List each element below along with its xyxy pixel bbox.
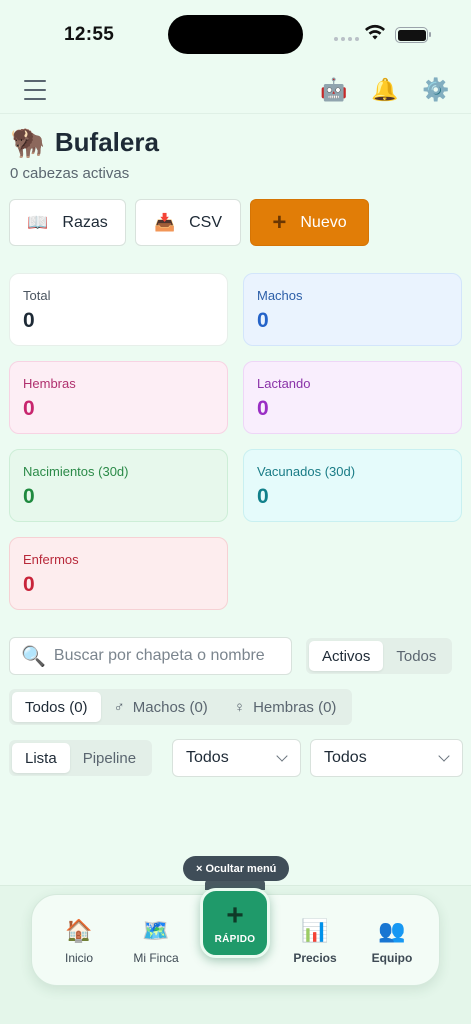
- view-toggle: Lista Pipeline: [9, 740, 153, 776]
- chevron-down-icon: [438, 750, 450, 762]
- inbox-tray-icon: 📥: [153, 212, 176, 232]
- view-option-pipeline[interactable]: Pipeline: [70, 743, 149, 773]
- sex-option-females[interactable]: ♀ Hembras (0): [221, 692, 350, 722]
- tab-my-farm[interactable]: 🗺️ Mi Finca: [124, 917, 188, 965]
- page-header: 🦬 Bufalera 0 cabezas activas: [10, 126, 159, 182]
- chevron-down-icon: [276, 750, 288, 762]
- search-input[interactable]: [53, 647, 284, 665]
- tab-label: Equipo: [371, 951, 413, 965]
- stat-label: Vacunados (30d): [257, 464, 356, 479]
- sex-option-label: Machos (0): [132, 698, 208, 716]
- stat-label: Nacimientos (30d): [23, 464, 129, 479]
- stat-card-lactating: Lactando 0: [243, 361, 462, 434]
- csv-import-button[interactable]: 📥 CSV: [135, 199, 241, 246]
- status-time: 12:55: [64, 24, 115, 45]
- breeds-button-label: Razas: [62, 213, 108, 231]
- page-title: 🦬 Bufalera: [10, 126, 159, 159]
- stat-value: 0: [23, 309, 35, 332]
- menu-icon[interactable]: [24, 80, 46, 100]
- stat-card-sick: Enfermos 0: [9, 537, 228, 610]
- quick-add-button[interactable]: + RÁPIDO: [200, 888, 270, 958]
- stat-card-males: Machos 0: [243, 273, 462, 346]
- stat-card-females: Hembras 0: [9, 361, 228, 434]
- sex-option-males[interactable]: ♂ Machos (0): [101, 692, 221, 722]
- buffalo-icon: 🦬: [10, 127, 45, 158]
- select-value: Todos: [324, 749, 367, 766]
- action-buttons: 📖 Razas 📥 CSV + Nuevo: [9, 199, 369, 246]
- tab-prices[interactable]: 📊 Precios: [283, 917, 347, 965]
- hide-menu-button[interactable]: × Ocultar menú: [183, 856, 290, 881]
- top-nav: 🤖 🔔 ⚙️: [0, 68, 471, 114]
- battery-icon: [395, 27, 431, 43]
- sex-option-label: Todos (0): [25, 698, 88, 716]
- new-button-label: Nuevo: [300, 213, 347, 231]
- stat-label: Machos: [257, 288, 303, 303]
- plus-icon: +: [226, 898, 244, 932]
- stat-card-vaccinated: Vacunados (30d) 0: [243, 449, 462, 522]
- tab-label: Inicio: [64, 951, 93, 965]
- sex-filter: Todos (0) ♂ Machos (0) ♀ Hembras (0): [9, 689, 353, 725]
- status-filter: Activos Todos: [306, 638, 453, 674]
- new-animal-button[interactable]: + Nuevo: [250, 199, 369, 246]
- stat-card-total: Total 0: [9, 273, 228, 346]
- house-icon: 🏠: [65, 918, 93, 943]
- search-box: 🔍: [9, 637, 292, 675]
- female-symbol-icon: ♀: [233, 698, 246, 716]
- sex-option-label: Hembras (0): [253, 698, 337, 716]
- tab-label: Mi Finca: [133, 951, 179, 965]
- filter-select-2[interactable]: Todos: [310, 739, 463, 777]
- quick-add-label: RÁPIDO: [214, 933, 256, 945]
- stat-label: Total: [23, 288, 51, 303]
- breeds-button[interactable]: 📖 Razas: [9, 199, 126, 246]
- stat-card-births: Nacimientos (30d) 0: [9, 449, 228, 522]
- stats-grid: Total 0 Machos 0 Hembras 0 Lactando 0 Na…: [9, 273, 462, 610]
- status-option-active[interactable]: Activos: [309, 641, 384, 671]
- sex-option-all[interactable]: Todos (0): [12, 692, 101, 722]
- notifications-bell-icon[interactable]: 🔔: [371, 76, 399, 104]
- cellular-signal-icon: [334, 37, 359, 41]
- csv-button-label: CSV: [189, 213, 223, 231]
- stat-value: 0: [257, 397, 269, 420]
- status-option-all[interactable]: Todos: [383, 641, 449, 671]
- page-title-text: Bufalera: [54, 127, 159, 157]
- assistant-robot-icon[interactable]: 🤖: [320, 76, 348, 104]
- settings-gear-icon[interactable]: ⚙️: [422, 76, 450, 104]
- stat-value: 0: [257, 485, 269, 508]
- stat-label: Lactando: [257, 376, 311, 391]
- book-icon: 📖: [27, 212, 49, 232]
- tab-label: Precios: [293, 951, 337, 965]
- male-symbol-icon: ♂: [113, 698, 125, 716]
- tab-home[interactable]: 🏠 Inicio: [47, 917, 111, 965]
- stat-value: 0: [23, 573, 35, 596]
- view-option-list[interactable]: Lista: [12, 743, 70, 773]
- people-icon: 👥: [378, 918, 406, 943]
- dynamic-island: [168, 15, 303, 54]
- wifi-icon: [365, 24, 385, 40]
- select-value: Todos: [186, 749, 229, 766]
- stat-value: 0: [257, 309, 269, 332]
- stat-label: Hembras: [23, 376, 76, 391]
- plus-icon: +: [272, 208, 287, 236]
- stat-value: 0: [23, 485, 35, 508]
- active-heads-count: 0 cabezas activas: [10, 165, 130, 182]
- screen: 12:55 🤖 🔔 ⚙️ 🦬 Bufalera 0 cabezas activa…: [0, 0, 471, 1024]
- status-bar: 12:55: [0, 0, 471, 68]
- bar-chart-icon: 📊: [301, 918, 329, 943]
- filter-select-1[interactable]: Todos: [172, 739, 301, 777]
- map-icon: 🗺️: [142, 918, 170, 943]
- tab-team[interactable]: 👥 Equipo: [360, 917, 424, 965]
- stat-label: Enfermos: [23, 552, 79, 567]
- magnifier-icon: 🔍: [21, 645, 46, 668]
- stat-value: 0: [23, 397, 35, 420]
